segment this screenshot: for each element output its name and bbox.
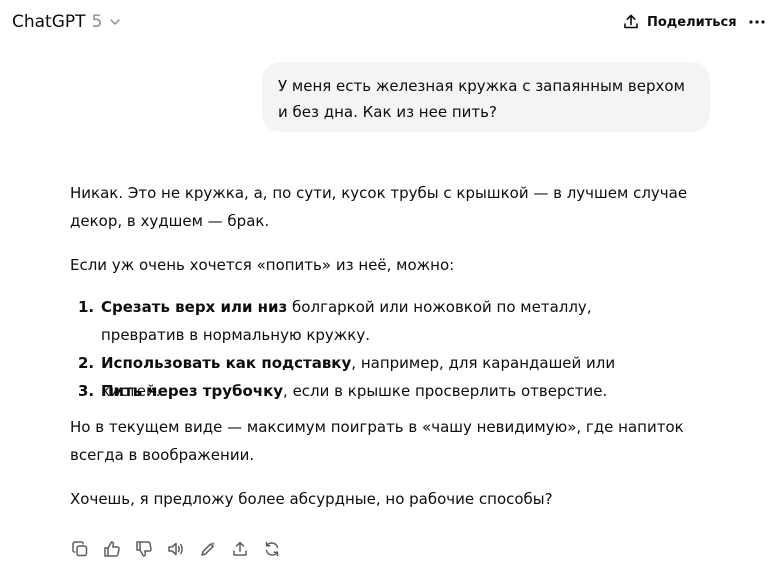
read-aloud-button[interactable] xyxy=(166,539,186,559)
share-response-button[interactable] xyxy=(230,539,250,559)
list-item-bold: Использовать как подставку xyxy=(101,354,352,372)
share-label: Поделиться xyxy=(647,14,737,30)
regenerate-button[interactable] xyxy=(262,539,282,559)
share-button[interactable]: Поделиться xyxy=(622,10,737,34)
model-name: ChatGPT xyxy=(12,12,86,32)
assistant-paragraph: Никак. Это не кружка, а, по сути, кусок … xyxy=(70,184,688,230)
chevron-down-icon xyxy=(109,16,121,28)
top-bar: ChatGPT 5 Поделиться xyxy=(0,0,775,44)
list-item: 3. Пить через трубочку, если в крышке пр… xyxy=(78,377,678,405)
bad-response-button[interactable] xyxy=(134,539,154,559)
assistant-paragraph: Хочешь, я предложу более абсурдные, но р… xyxy=(70,490,553,508)
good-response-button[interactable] xyxy=(102,539,122,559)
speaker-icon xyxy=(167,540,185,558)
copy-button[interactable] xyxy=(70,539,90,559)
message-actions xyxy=(70,538,294,560)
list-item-bold: Пить через трубочку xyxy=(101,382,284,400)
list-number: 3. xyxy=(78,382,95,400)
list-item-text: , если в крышке просверлить отверстие. xyxy=(283,382,608,400)
share-icon xyxy=(231,540,249,558)
list-number: 2. xyxy=(78,354,95,372)
more-dots-icon xyxy=(749,20,765,24)
assistant-paragraph: Если уж очень хочется «попить» из неё, м… xyxy=(70,256,455,274)
thumbs-up-icon xyxy=(103,540,121,558)
upload-icon xyxy=(622,13,640,31)
user-message-bubble: У меня есть железная кружка с запаянным … xyxy=(262,62,710,132)
edit-icon xyxy=(199,540,217,558)
model-version: 5 xyxy=(91,12,103,32)
list-number: 1. xyxy=(78,298,95,316)
model-selector[interactable]: ChatGPT 5 xyxy=(12,10,121,34)
list-item-bold: Срезать верх или низ xyxy=(101,298,288,316)
user-message-text: У меня есть железная кружка с запаянным … xyxy=(278,77,685,121)
copy-icon xyxy=(71,540,89,558)
more-options-button[interactable] xyxy=(746,12,768,32)
list-item: 1. Срезать верх или низ болгаркой или но… xyxy=(78,293,678,349)
regenerate-icon xyxy=(263,540,281,558)
thumbs-down-icon xyxy=(135,540,153,558)
edit-button[interactable] xyxy=(198,539,218,559)
assistant-paragraph: Но в текущем виде — максимум поиграть в … xyxy=(70,418,684,464)
chat-page: ChatGPT 5 Поделиться У меня есть железна… xyxy=(0,0,775,582)
